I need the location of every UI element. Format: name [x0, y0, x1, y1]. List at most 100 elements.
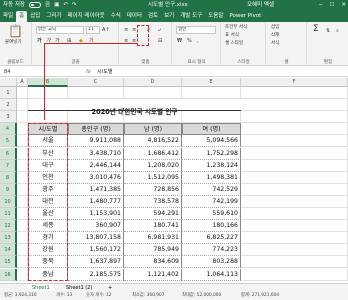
population-cell[interactable]: 3,010,476: [68, 171, 124, 184]
cell-empty[interactable]: [17, 159, 28, 172]
cell-empty[interactable]: [241, 159, 348, 172]
merge-center-icon[interactable]: ⊟: [158, 38, 162, 44]
population-cell[interactable]: 1,153,901: [68, 208, 124, 221]
population-cell[interactable]: 2,185,575: [68, 268, 124, 281]
population-cell[interactable]: 2,446,144: [68, 159, 124, 172]
cell-empty[interactable]: [241, 111, 348, 124]
tab-insert[interactable]: 삽입: [27, 11, 43, 22]
cell-empty[interactable]: [182, 99, 241, 112]
row-header-11[interactable]: 11: [0, 208, 17, 221]
region-cell[interactable]: 세종: [28, 220, 68, 233]
row-header-8[interactable]: 8: [0, 171, 17, 184]
cell-empty[interactable]: [182, 87, 241, 100]
cell-empty[interactable]: [17, 99, 28, 112]
fx-icon[interactable]: fx: [86, 68, 91, 76]
row-header-5[interactable]: 5: [0, 135, 17, 148]
cell-empty[interactable]: [124, 99, 182, 112]
population-cell[interactable]: 13,807,158: [68, 232, 124, 245]
cell-empty[interactable]: [68, 111, 124, 124]
table-format-button[interactable]: 표 서식: [225, 33, 239, 39]
table-header-cell[interactable]: 여 (명): [182, 123, 241, 136]
autosave-toggle[interactable]: [29, 2, 41, 8]
column-header-c[interactable]: C: [68, 78, 124, 87]
population-cell[interactable]: 774,223: [182, 244, 241, 257]
find-icon[interactable]: ⌕: [336, 28, 339, 34]
cell-empty[interactable]: [241, 171, 348, 184]
population-cell[interactable]: 360,907: [68, 220, 124, 233]
cell-empty[interactable]: [68, 99, 124, 112]
region-cell[interactable]: 부산: [28, 147, 68, 160]
paste-button[interactable]: 붙여넣기: [5, 40, 22, 46]
cell-empty[interactable]: [241, 135, 348, 148]
tab-draw[interactable]: 그리기: [43, 11, 64, 22]
population-cell[interactable]: 728,856: [124, 183, 182, 196]
cond-format-button[interactable]: 조건부 서식: [225, 25, 247, 31]
align-middle-icon[interactable]: ≡: [132, 27, 136, 33]
cell-empty[interactable]: [68, 87, 124, 100]
cell-empty[interactable]: [241, 232, 348, 245]
cell-empty[interactable]: [17, 111, 28, 124]
paste-icon[interactable]: 📋: [8, 25, 23, 38]
tab-developer[interactable]: 개발 도구: [177, 11, 205, 22]
cell-empty[interactable]: [17, 195, 28, 208]
cell-empty[interactable]: [241, 147, 348, 160]
row-header-4[interactable]: 4: [0, 123, 17, 136]
cell-empty[interactable]: [28, 111, 68, 124]
align-top-icon[interactable]: ≡: [124, 27, 128, 33]
population-cell[interactable]: 803,288: [182, 256, 241, 269]
population-cell[interactable]: 559,610: [182, 208, 241, 221]
cell-empty[interactable]: [241, 256, 348, 269]
wrap-text-icon[interactable]: ⤶: [158, 27, 161, 33]
cell-empty[interactable]: [17, 87, 28, 100]
population-cell[interactable]: 4,816,522: [124, 135, 182, 148]
tab-page-layout[interactable]: 페이지 레이아웃: [65, 11, 108, 22]
percent-icon[interactable]: %: [187, 38, 192, 44]
cell-empty[interactable]: [17, 268, 28, 281]
cell-empty[interactable]: [124, 87, 182, 100]
population-cell[interactable]: 5,094,566: [182, 135, 241, 148]
increase-font-icon[interactable]: A↑: [102, 27, 110, 33]
cell-empty[interactable]: [241, 244, 348, 257]
region-cell[interactable]: 경기: [28, 232, 68, 245]
cell-empty[interactable]: [241, 268, 348, 281]
region-cell[interactable]: 울산: [28, 208, 68, 221]
tab-home[interactable]: 홈: [16, 11, 28, 22]
close-icon[interactable]: ✕: [341, 0, 346, 11]
row-header-15[interactable]: 15: [0, 256, 17, 269]
cell-empty[interactable]: [17, 171, 28, 184]
population-cell[interactable]: 1,637,897: [68, 256, 124, 269]
currency-icon[interactable]: ₩: [177, 38, 182, 44]
cell-empty[interactable]: [17, 135, 28, 148]
tab-view[interactable]: 보기: [161, 11, 177, 22]
cell-empty[interactable]: [17, 208, 28, 221]
row-header-10[interactable]: 10: [0, 195, 17, 208]
cell-empty[interactable]: [241, 195, 348, 208]
row-header-2[interactable]: 2: [0, 99, 17, 112]
row-header-14[interactable]: 14: [0, 244, 17, 257]
row-header-16[interactable]: 16: [0, 268, 17, 281]
row-header-12[interactable]: 12: [0, 220, 17, 233]
cell-empty[interactable]: [124, 111, 182, 124]
format-cells-button[interactable]: 서식: [271, 41, 279, 47]
row-header-7[interactable]: 7: [0, 159, 17, 172]
region-cell[interactable]: 서울: [28, 135, 68, 148]
cell-empty[interactable]: [28, 87, 68, 100]
population-cell[interactable]: 3,438,710: [68, 147, 124, 160]
maximize-icon[interactable]: ☐: [329, 0, 334, 11]
number-format-select[interactable]: 일반: [176, 26, 216, 34]
save-icon[interactable]: ▣: [54, 0, 59, 11]
tab-file[interactable]: 파일: [0, 11, 16, 22]
spreadsheet-grid[interactable]: A B C D E F 2020년 대한민국 시도별 인구 1234567891…: [0, 78, 348, 283]
tab-review[interactable]: 검토: [145, 11, 161, 22]
population-cell[interactable]: 1,238,124: [182, 159, 241, 172]
population-cell[interactable]: 1,498,381: [182, 171, 241, 184]
cell-empty[interactable]: [182, 111, 241, 124]
tab-power-pivot[interactable]: Power Pivot: [226, 11, 264, 22]
population-cell[interactable]: 834,609: [124, 256, 182, 269]
population-cell[interactable]: 180,741: [124, 220, 182, 233]
population-cell[interactable]: 594,291: [124, 208, 182, 221]
column-header-d[interactable]: D: [124, 78, 182, 87]
column-header-b[interactable]: B: [28, 78, 68, 87]
row-header-13[interactable]: 13: [0, 232, 17, 245]
cell-empty[interactable]: [241, 183, 348, 196]
